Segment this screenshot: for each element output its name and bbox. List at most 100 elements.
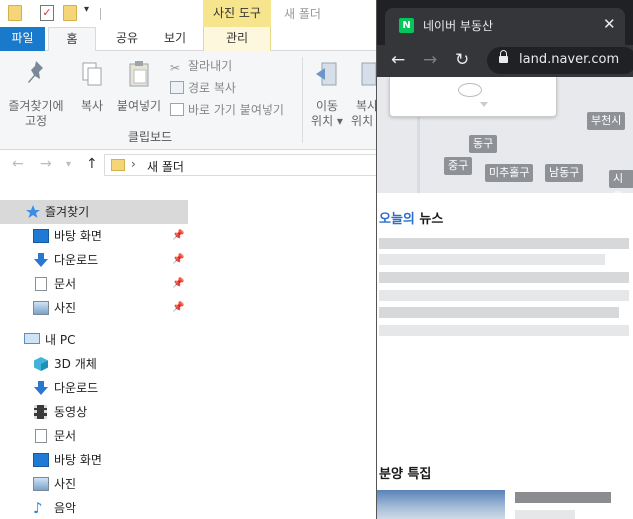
tab-home[interactable]: 홈 — [48, 27, 96, 52]
map-label-dong-gu[interactable]: 동구 — [469, 135, 498, 153]
picture-tools-context: 사진 도구 — [203, 0, 271, 27]
browser-tab-strip: N 네이버 부동산 ✕ — [377, 0, 633, 45]
pin-quick-access-button[interactable]: 즐겨찾기에 고정 — [4, 59, 68, 129]
map-label-siheung[interactable]: 시흥 — [609, 170, 633, 193]
news-heading-accent: 오늘의 — [379, 212, 415, 227]
nav-downloads[interactable]: 다운로드 📌 — [0, 248, 188, 272]
computer-icon — [24, 333, 40, 344]
properties-check-icon[interactable]: ✓ — [40, 5, 54, 21]
map-label-michuhol-gu[interactable]: 미추홀구 — [485, 164, 534, 182]
nav-this-pc[interactable]: 내 PC — [0, 328, 188, 352]
url-bar[interactable]: land.naver.com — [487, 47, 633, 74]
back-arrow-icon[interactable]: ← — [391, 49, 405, 71]
tab-view[interactable]: 보기 — [152, 27, 198, 51]
breadcrumb-current-folder[interactable]: 새 폴더 — [147, 158, 184, 175]
paste-shortcut-button[interactable]: 바로 가기 붙여넣기 — [170, 101, 284, 119]
nav-3d-objects[interactable]: 3D 개체 — [0, 352, 188, 376]
paste-button[interactable]: 붙여넣기 — [114, 59, 164, 114]
paste-shortcut-label: 바로 가기 붙여넣기 — [188, 103, 284, 117]
explorer-titlebar: ✓ ▾ 사진 도구 새 폴더 — [0, 0, 380, 27]
map-label-bucheon[interactable]: 부천시 — [587, 112, 626, 130]
copy-button[interactable]: 복사 — [72, 59, 112, 114]
blurred-news-line — [379, 325, 629, 336]
news-heading-rest: 뉴스 — [414, 212, 444, 227]
folder-icon[interactable] — [8, 5, 22, 21]
titlebar-divider — [100, 8, 101, 20]
pinned-icon: 📌 — [172, 278, 185, 289]
nav-3d-objects-label: 3D 개체 — [54, 357, 97, 371]
tab-share[interactable]: 공유 — [104, 27, 150, 51]
tab-file[interactable]: 파일 — [0, 27, 45, 51]
blurred-special-title[interactable] — [515, 492, 611, 503]
quick-access-dropdown-icon[interactable]: ▾ — [84, 4, 89, 15]
popup-caret-icon — [480, 102, 488, 107]
blurred-special-subtitle — [515, 510, 575, 519]
pin-quick-access-label: 즐겨찾기에 고정 — [8, 99, 64, 128]
loading-spinner-icon — [458, 83, 482, 97]
nav-pc-pictures[interactable]: 사진 — [0, 472, 188, 496]
pictures-icon — [33, 301, 49, 315]
browser-tab[interactable]: N 네이버 부동산 ✕ — [385, 8, 625, 45]
ribbon-panel: 즐겨찾기에 고정 복사 붙여넣기 ✂ 잘라내기 경로 복사 바로 가기 붙여넣기… — [0, 51, 383, 150]
browser-window: N 네이버 부동산 ✕ ← → ↻ land.naver.com 부천시 동구 … — [376, 0, 633, 519]
nav-pictures[interactable]: 사진 📌 — [0, 296, 188, 320]
nav-pc-downloads[interactable]: 다운로드 — [0, 376, 188, 400]
move-to-label: 이동 위치 ▾ — [311, 99, 343, 128]
move-to-icon — [316, 62, 337, 86]
map-label-jung-gu[interactable]: 중구 — [444, 157, 473, 175]
blurred-news-line — [379, 254, 605, 265]
nav-pc-desktop-label: 바탕 화면 — [54, 453, 102, 467]
clipboard-group-label: 클립보드 — [127, 130, 173, 144]
recent-chevron-down-icon[interactable]: ▾ — [66, 159, 71, 170]
nav-quick-access-label: 즐겨찾기 — [45, 205, 90, 219]
pin-icon — [28, 61, 43, 83]
address-bar-row: ← → ▾ ↑ › 새 폴더 — [0, 150, 384, 180]
url-text[interactable]: land.naver.com — [519, 52, 619, 67]
nav-pc-documents[interactable]: 문서 — [0, 424, 188, 448]
move-to-button[interactable]: 이동 위치 ▾ — [310, 59, 344, 129]
forward-arrow-icon[interactable]: → — [423, 49, 437, 71]
nav-music[interactable]: ♪ 음악 — [0, 496, 188, 519]
paste-label: 붙여넣기 — [116, 99, 162, 113]
nav-videos-label: 동영상 — [54, 405, 88, 419]
reload-icon[interactable]: ↻ — [455, 49, 469, 71]
blurred-news-line — [379, 238, 629, 249]
nav-pc-downloads-label: 다운로드 — [54, 381, 99, 395]
forward-arrow-icon[interactable]: → — [40, 156, 52, 172]
nav-pc-desktop[interactable]: 바탕 화면 — [0, 448, 188, 472]
pinned-icon: 📌 — [172, 254, 185, 265]
map-label-namdong-gu[interactable]: 남동구 — [545, 164, 584, 182]
browser-toolbar: ← → ↻ land.naver.com — [377, 45, 633, 77]
nav-desktop[interactable]: 바탕 화면 📌 — [0, 224, 188, 248]
special-sale-thumbnail[interactable] — [377, 490, 505, 519]
new-folder-icon[interactable] — [63, 5, 77, 21]
picture-tools-label: 사진 도구 — [213, 6, 261, 20]
nav-pc-pictures-label: 사진 — [54, 477, 77, 491]
close-icon[interactable]: ✕ — [603, 15, 616, 33]
copy-path-icon — [170, 81, 184, 94]
map-view[interactable]: 부천시 동구 중구 미추홀구 남동구 시흥 — [377, 77, 633, 193]
nav-documents[interactable]: 문서 📌 — [0, 272, 188, 296]
news-section-heading: 오늘의 뉴스 — [379, 208, 443, 227]
nav-videos[interactable]: 동영상 — [0, 400, 188, 424]
address-box[interactable]: › 새 폴더 — [104, 154, 384, 176]
document-icon — [35, 429, 47, 443]
address-folder-icon — [111, 159, 125, 171]
cut-button[interactable]: ✂ 잘라내기 — [170, 57, 232, 75]
up-arrow-icon[interactable]: ↑ — [86, 156, 98, 172]
download-arrow-icon — [34, 381, 48, 395]
blurred-news-line — [379, 290, 629, 301]
copy-label: 복사 — [80, 99, 104, 113]
pictures-icon — [33, 477, 49, 491]
back-arrow-icon[interactable]: ← — [12, 156, 24, 172]
breadcrumb-chevron-icon[interactable]: › — [131, 157, 136, 171]
copy-path-button[interactable]: 경로 복사 — [170, 79, 236, 97]
map-popup-panel — [389, 77, 557, 117]
nav-quick-access[interactable]: 즐겨찾기 — [0, 200, 188, 224]
desktop-icon — [33, 229, 49, 243]
tab-manage[interactable]: 관리 — [203, 27, 271, 51]
nav-this-pc-label: 내 PC — [45, 333, 76, 347]
download-arrow-icon — [34, 253, 48, 267]
music-note-icon: ♪ — [33, 499, 43, 517]
window-title: 새 폴더 — [284, 7, 321, 21]
